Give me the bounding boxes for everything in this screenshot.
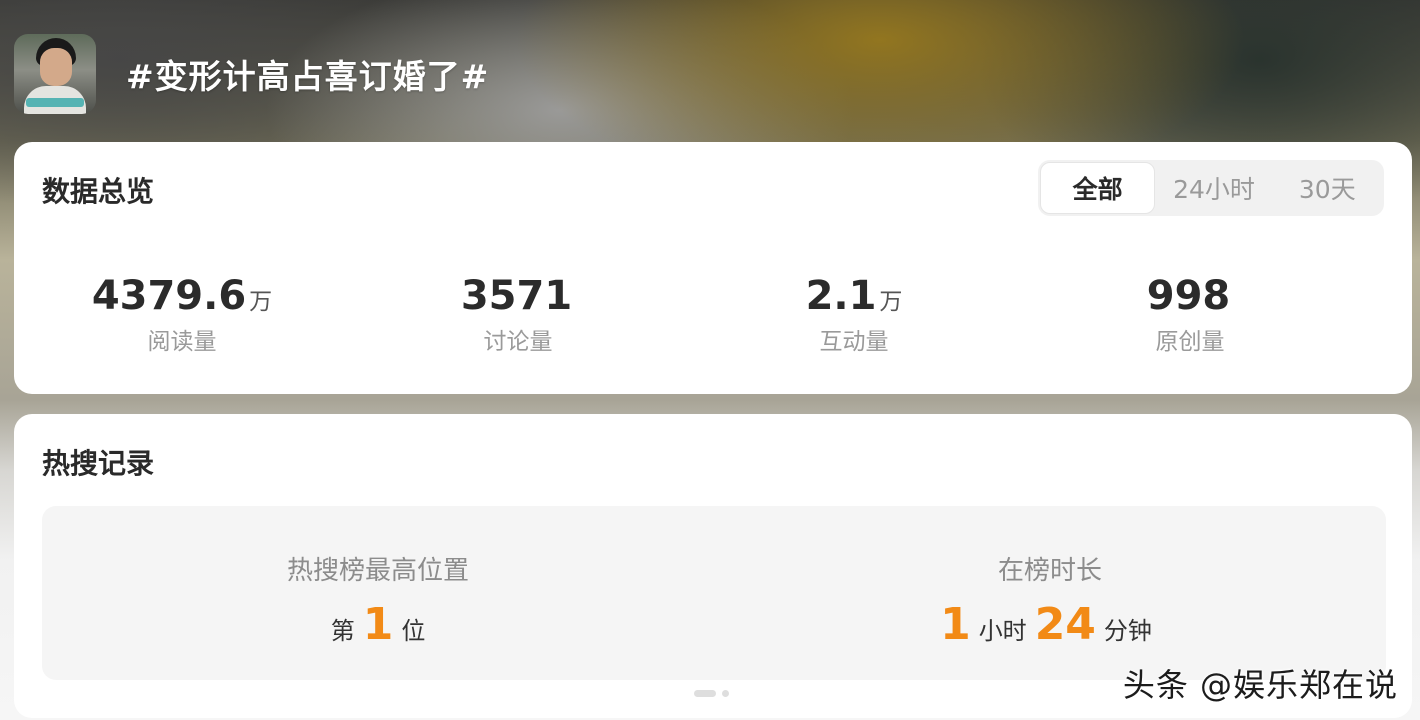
- topic-title: #变形计高占喜订婚了#: [126, 57, 490, 96]
- stat-originals: 998 原创量: [1022, 272, 1358, 356]
- topic-header: #变形计高占喜订婚了#: [14, 34, 489, 114]
- duration-minutes-unit: 分钟: [1103, 617, 1152, 645]
- stat-discussions-value: 3571: [460, 273, 573, 319]
- stat-reads-value: 4379.6: [91, 273, 247, 319]
- avatar-caption-strip: [26, 98, 84, 107]
- pager-dots[interactable]: [694, 690, 729, 697]
- tab-all[interactable]: 全部: [1040, 162, 1156, 214]
- best-position-label: 热搜榜最高位置: [286, 556, 469, 586]
- best-position-prefix: 第: [330, 617, 355, 645]
- stat-interactions: 2.1 万 互动量: [686, 272, 1022, 356]
- stat-interactions-unit: 万: [879, 289, 903, 315]
- stats-row: 4379.6 万 阅读量 3571 讨论量 2.1 万 互动量 998 原创量: [14, 272, 1412, 356]
- duration-hours: 1: [940, 599, 971, 650]
- pager-dot[interactable]: [722, 690, 729, 697]
- stat-interactions-label: 互动量: [819, 329, 889, 355]
- stat-reads-label: 阅读量: [147, 329, 217, 355]
- overview-title: 数据总览: [42, 175, 155, 208]
- avatar-face: [40, 48, 72, 86]
- tab-30d[interactable]: 30天: [1271, 160, 1384, 216]
- period-tabs: 全部 24小时 30天: [1038, 160, 1384, 216]
- duration-minutes: 24: [1034, 599, 1096, 650]
- duration-block: 在榜时长 1 小时 24 分钟: [714, 506, 1386, 680]
- duration-hours-unit: 小时: [978, 617, 1027, 645]
- data-overview-card: 数据总览 全部 24小时 30天 4379.6 万 阅读量 3571 讨论量 2.…: [14, 142, 1412, 394]
- pager-dot-active[interactable]: [694, 690, 716, 697]
- stat-originals-label: 原创量: [1155, 329, 1225, 355]
- duration-label: 在榜时长: [997, 556, 1102, 586]
- best-position-suffix: 位: [401, 617, 426, 645]
- watermark: 头条 @娱乐郑在说: [1122, 666, 1398, 704]
- hot-search-panel[interactable]: 热搜榜最高位置 第1位 在榜时长 1 小时 24 分钟: [42, 506, 1386, 680]
- stat-originals-value: 998: [1146, 273, 1231, 319]
- tab-24h[interactable]: 24小时: [1157, 160, 1270, 216]
- stat-interactions-value: 2.1: [805, 273, 877, 319]
- topic-avatar[interactable]: [14, 34, 96, 114]
- stat-discussions: 3571 讨论量: [350, 272, 686, 356]
- best-position-value: 1: [362, 599, 394, 650]
- best-position-block: 热搜榜最高位置 第1位: [42, 506, 714, 680]
- stat-discussions-label: 讨论量: [483, 329, 553, 355]
- stat-reads: 4379.6 万 阅读量: [14, 272, 350, 356]
- hot-search-title: 热搜记录: [42, 447, 155, 480]
- stat-reads-unit: 万: [249, 289, 273, 315]
